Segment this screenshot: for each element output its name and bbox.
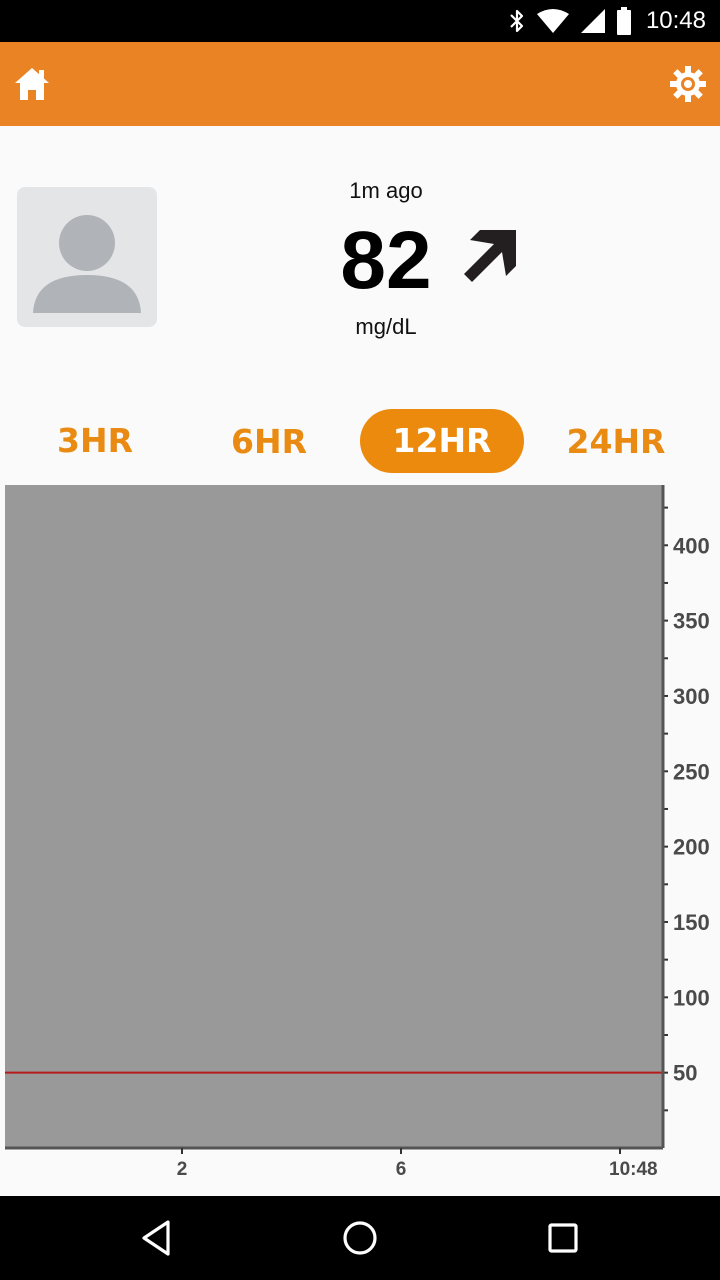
recents-icon [548,1223,578,1253]
x-tick-label: 2 [177,1159,188,1180]
tab-24hr[interactable]: 24HR [550,410,682,474]
current-reading: 1m ago 82 mg/dL [300,170,540,350]
nav-bar [0,1196,720,1280]
recents-button[interactable] [541,1216,585,1260]
glucose-unit: mg/dL [355,314,417,339]
plot-area [5,485,663,1148]
y-tick-label: 200 [673,835,710,860]
back-icon [142,1220,170,1256]
person-icon [33,215,141,313]
x-tick-label: 6 [396,1159,407,1180]
settings-button[interactable] [668,64,708,104]
status-bar: 10:48 [0,0,720,42]
home-icon [15,68,49,100]
app-bar [0,42,720,126]
x-tick-label: 10:48 [609,1159,658,1180]
tab-12hr[interactable]: 12HR [360,409,524,473]
status-icons: 10:48 [508,0,706,42]
avatar[interactable] [17,187,157,327]
gear-icon [670,66,706,102]
y-tick-label: 250 [673,759,710,784]
status-time: 10:48 [645,7,706,34]
y-tick-label: 150 [673,910,710,935]
bluetooth-icon [510,9,524,33]
y-tick-label: 350 [673,609,710,634]
home-button[interactable] [12,64,52,104]
arrow-up-right-icon [464,230,516,282]
range-tabs: 3HR 6HR 12HR 24HR [0,407,720,475]
battery-icon [616,7,631,35]
home-circle-icon [343,1221,377,1255]
chart-svg: 50 100 150 200 250 300 350 400 2 6 10:48 [5,485,710,1180]
signal-icon [580,9,605,33]
tab-6hr[interactable]: 6HR [204,410,334,474]
tab-3hr[interactable]: 3HR [30,409,160,473]
glucose-value: 82 [340,215,432,306]
glucose-chart[interactable]: 50 100 150 200 250 300 350 400 2 6 10:48 [0,485,720,1185]
reading-time-ago: 1m ago [349,178,423,203]
y-tick-label: 50 [673,1061,697,1086]
y-tick-label: 300 [673,684,710,709]
home-nav-button[interactable] [338,1216,382,1260]
back-button[interactable] [136,1216,180,1260]
wifi-icon [536,9,569,33]
y-tick-label: 400 [673,533,710,558]
y-tick-label: 100 [673,985,710,1010]
